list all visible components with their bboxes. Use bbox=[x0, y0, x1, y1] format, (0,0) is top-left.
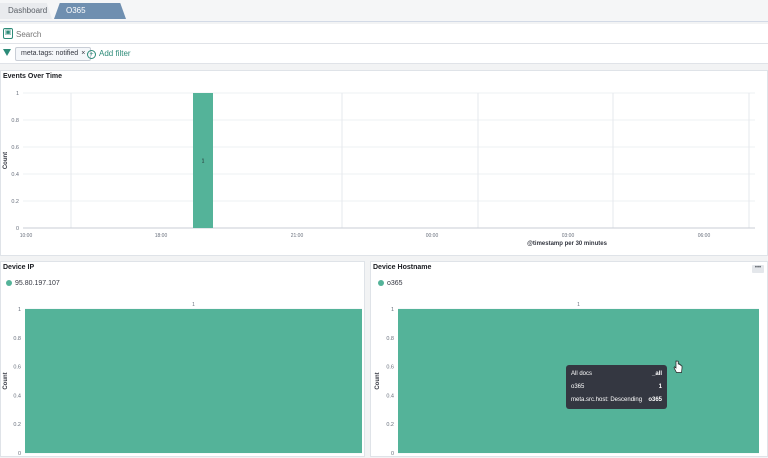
y-tick-label: 0.8 bbox=[13, 336, 21, 342]
y-tick-label: 0 bbox=[16, 226, 19, 232]
events-over-time-panel: Events Over Time 0 0.2 0.4 0.6 0.8 1 Count 10:0… bbox=[0, 70, 768, 256]
device-ip-chart: 0 0.2 0.4 0.6 0.8 1 Count 1 bbox=[3, 302, 362, 457]
device-hostname-chart: 0 0.2 0.4 0.6 0.8 1 Count 1 bbox=[375, 302, 759, 457]
y-tick-label: 0.4 bbox=[386, 393, 394, 399]
y-tick-label: 0.6 bbox=[386, 365, 394, 371]
search-input[interactable] bbox=[16, 26, 756, 42]
add-filter-button[interactable]: + Add filter bbox=[87, 47, 131, 61]
y-axis-label: Count bbox=[3, 152, 9, 169]
x-tick-label: 06:00 bbox=[698, 233, 711, 239]
filter-pill[interactable]: meta.tags: notified × bbox=[15, 47, 92, 61]
x-tick-label: 00:00 bbox=[426, 233, 439, 239]
tooltip-row: meta.src.host: Descending o365 bbox=[571, 394, 662, 407]
tooltip-row: o365 1 bbox=[571, 381, 662, 394]
bar-data-label: 1 bbox=[202, 159, 205, 165]
tooltip-value: 1 bbox=[658, 384, 662, 390]
x-tick-label: 10:00 bbox=[20, 233, 33, 239]
device-hostname-panel: Device Hostname ••• o365 0 0.2 0.4 0.6 0.8 1 C… bbox=[370, 261, 768, 457]
close-icon[interactable]: × bbox=[81, 50, 85, 57]
tooltip-label: o365 bbox=[571, 384, 585, 390]
y-tick-label: 0.8 bbox=[11, 118, 19, 124]
events-chart: 0 0.2 0.4 0.6 0.8 1 Count 10:00 18:00 21:00 00:00 0… bbox=[3, 91, 755, 247]
filter-pill-label: meta.tags: notified bbox=[21, 50, 79, 57]
y-tick-label: 0.2 bbox=[11, 199, 19, 205]
breadcrumb-dashboard[interactable]: Dashboard bbox=[0, 3, 52, 19]
filter-bar: meta.tags: notified × + Add filter bbox=[0, 44, 768, 64]
x-tick-label: 18:00 bbox=[155, 233, 168, 239]
breadcrumb-current: O365 Overview bbox=[54, 3, 126, 19]
y-tick-label: 0.2 bbox=[13, 422, 21, 428]
y-tick-label: 0.6 bbox=[11, 145, 19, 151]
bar-data-label: 1 bbox=[192, 302, 195, 308]
filter-icon[interactable] bbox=[3, 49, 11, 56]
y-tick-label: 0.2 bbox=[386, 422, 394, 428]
y-tick-label: 0.8 bbox=[386, 336, 394, 342]
y-tick-label: 0 bbox=[18, 451, 21, 457]
tooltip-label: All docs bbox=[571, 371, 593, 377]
bar bbox=[25, 309, 362, 453]
y-tick-label: 0 bbox=[391, 451, 394, 457]
x-tick-label: 03:00 bbox=[562, 233, 575, 239]
tooltip-value: o365 bbox=[648, 397, 662, 403]
y-tick-label: 0.4 bbox=[13, 393, 21, 399]
plus-circle-icon: + bbox=[87, 50, 96, 59]
y-tick-label: 1 bbox=[18, 307, 21, 313]
y-tick-label: 1 bbox=[391, 307, 394, 313]
tooltip-row: All docs _all bbox=[571, 368, 662, 381]
query-bar: ▣ bbox=[0, 24, 768, 44]
x-tick-label: 21:00 bbox=[291, 233, 304, 239]
tooltip-label: meta.src.host: Descending bbox=[571, 397, 643, 403]
y-tick-label: 0.6 bbox=[13, 365, 21, 371]
y-axis-label: Count bbox=[375, 372, 381, 389]
chart-tooltip: All docs _all o365 1 meta.src.host: Descen… bbox=[566, 365, 667, 409]
add-filter-label: Add filter bbox=[99, 49, 131, 58]
device-ip-panel: Device IP 95.80.197.107 0 0.2 0.4 0.6 0.8 1 Co… bbox=[0, 261, 365, 457]
y-tick-label: 0.4 bbox=[11, 172, 19, 178]
x-axis-label: @timestamp per 30 minutes bbox=[527, 241, 608, 247]
y-tick-label: 1 bbox=[16, 91, 19, 97]
saved-query-icon[interactable]: ▣ bbox=[3, 28, 13, 39]
hand-cursor-icon bbox=[673, 360, 683, 373]
bar-data-label: 1 bbox=[577, 302, 580, 308]
top-nav: Dashboard O365 Overview bbox=[0, 0, 768, 22]
y-axis-label: Count bbox=[3, 372, 9, 389]
tooltip-value: _all bbox=[651, 371, 662, 377]
